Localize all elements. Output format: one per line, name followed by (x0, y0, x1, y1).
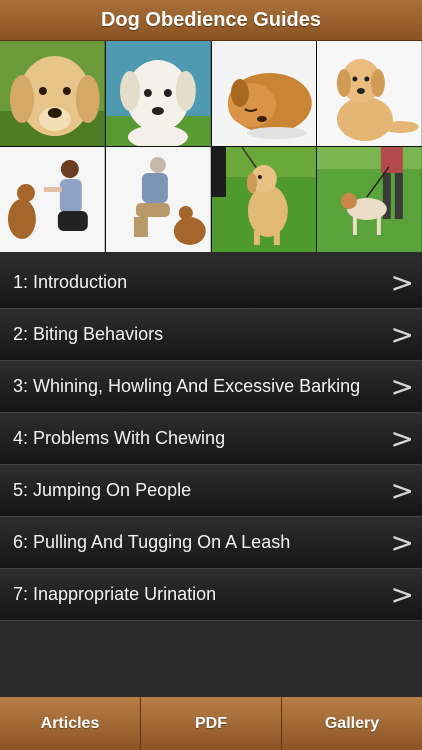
tab-gallery[interactable]: Gallery (282, 697, 422, 750)
puppy-white-photo[interactable] (105, 41, 211, 146)
article-row-jumping[interactable]: 5: Jumping On People > (0, 465, 422, 517)
article-row-urination[interactable]: 7: Inappropriate Urination > (0, 569, 422, 621)
article-row-whining-howling-barking[interactable]: 3: Whining, Howling And Excessive Barkin… (0, 361, 422, 413)
tab-articles[interactable]: Articles (0, 697, 141, 750)
chevron-right-icon: > (390, 421, 414, 455)
chevron-right-icon: > (390, 577, 414, 611)
article-label: 5: Jumping On People (13, 480, 192, 500)
app-title: Dog Obedience Guides (100, 8, 322, 31)
puppy-sleeping-photo[interactable] (211, 41, 317, 146)
dog-sitting-photo[interactable] (317, 41, 422, 146)
article-label: 4: Problems With Chewing (13, 428, 226, 448)
article-label: 6: Pulling And Tugging On A Leash (13, 532, 291, 552)
woman-training-dog-photo[interactable] (0, 147, 105, 252)
bottom-tab-bar: Articles PDF Gallery (0, 697, 422, 750)
article-row-leash-pulling[interactable]: 6: Pulling And Tugging On A Leash > (0, 517, 422, 569)
chevron-right-icon: > (390, 317, 414, 351)
article-label: 7: Inappropriate Urination (13, 584, 217, 604)
chevron-right-icon: > (390, 265, 414, 299)
article-label: 2: Biting Behaviors (13, 324, 164, 344)
dog-walking-photo[interactable] (317, 147, 422, 252)
puppy-golden-photo[interactable] (0, 41, 105, 146)
app-header: Dog Obedience Guides (0, 0, 422, 41)
article-label: 3: Whining, Howling And Excessive Barkin… (13, 376, 361, 396)
chevron-right-icon: > (390, 473, 414, 507)
dog-on-leash-photo[interactable] (211, 147, 317, 252)
article-row-biting-behaviors[interactable]: 2: Biting Behaviors > (0, 309, 422, 361)
chevron-right-icon: > (390, 369, 414, 403)
article-row-chewing[interactable]: 4: Problems With Chewing > (0, 413, 422, 465)
article-row-introduction[interactable]: 1: Introduction > (0, 257, 422, 309)
man-training-dog-photo[interactable] (105, 147, 211, 252)
article-label: 1: Introduction (13, 272, 128, 292)
chevron-right-icon: > (390, 525, 414, 559)
tab-pdf[interactable]: PDF (141, 697, 282, 750)
photo-gallery-grid (0, 41, 422, 252)
article-list: 1: Introduction > 2: Biting Behaviors > … (0, 257, 422, 621)
